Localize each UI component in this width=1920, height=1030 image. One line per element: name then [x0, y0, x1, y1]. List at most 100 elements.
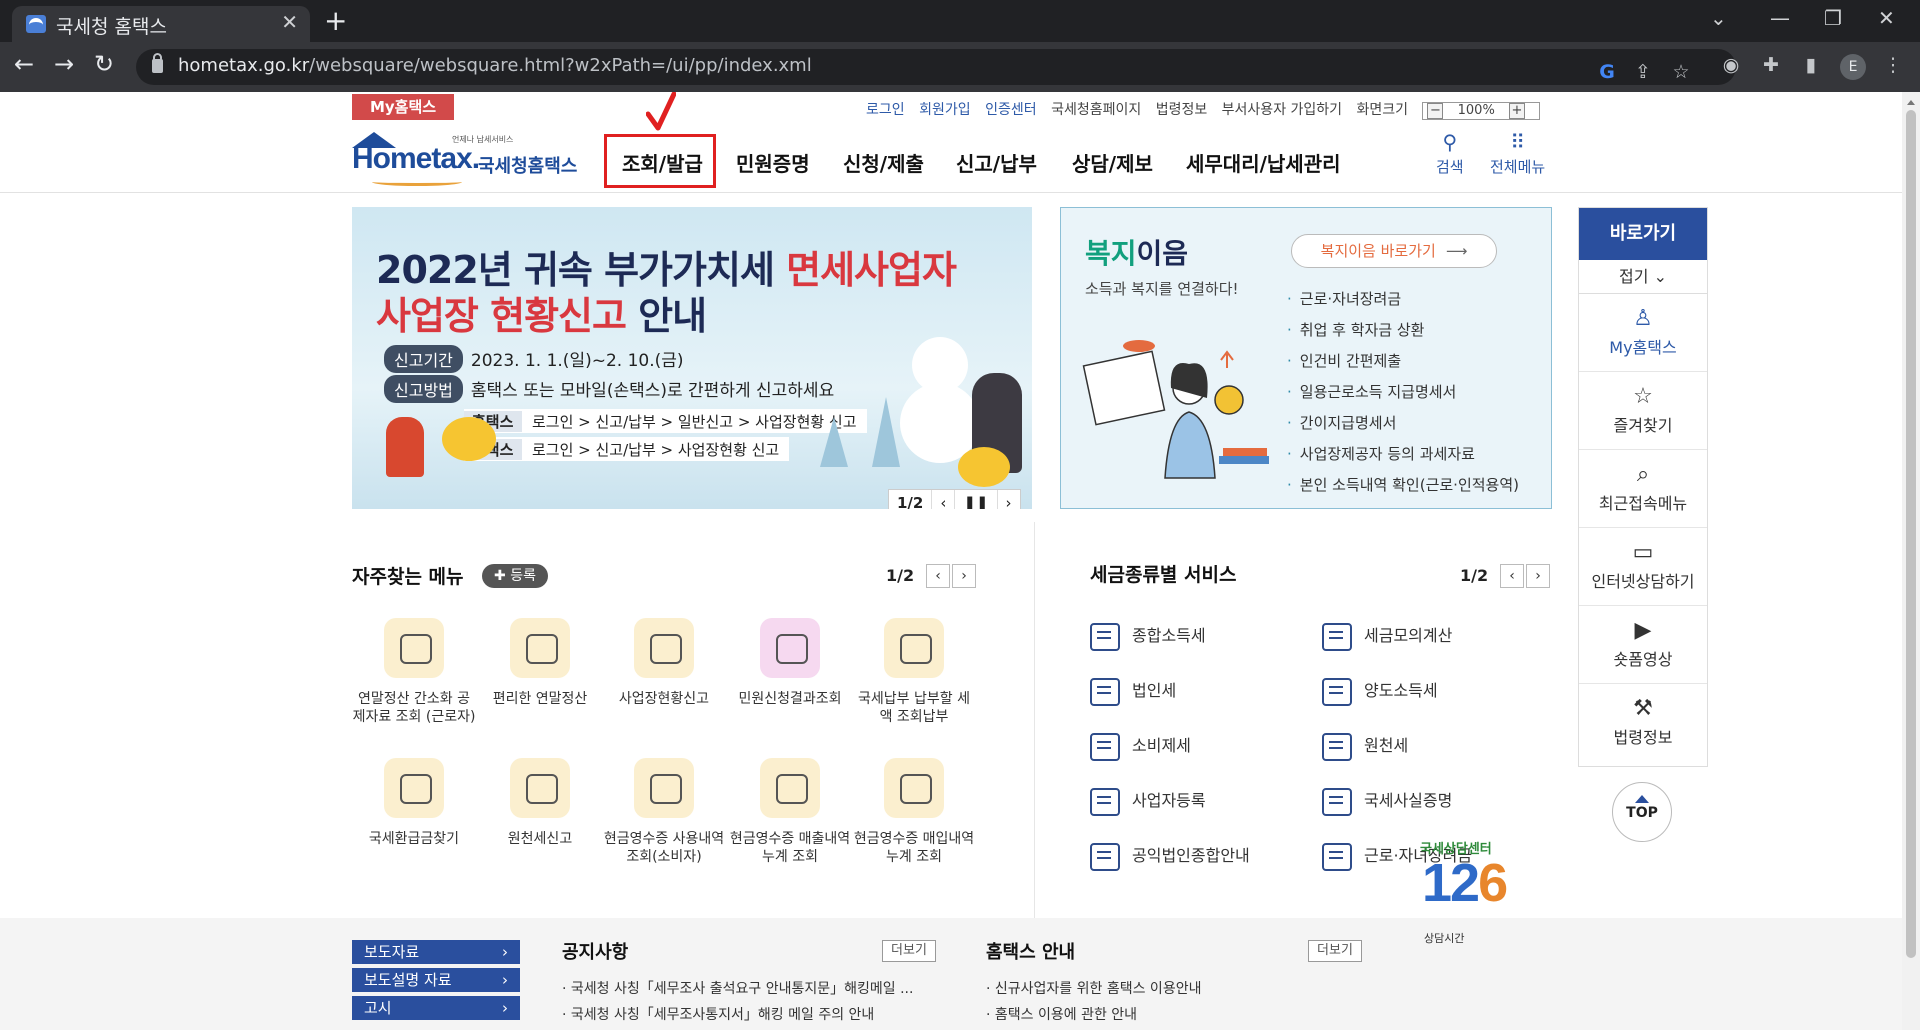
notice-item[interactable]: 국세청 사칭「세무조사통지서」해킹 메일 주의 안내	[562, 1002, 913, 1028]
welfare-item[interactable]: 사업장제공자 등의 과세자료	[1287, 439, 1519, 470]
share-icon[interactable]: ⇪	[1632, 61, 1654, 83]
hometax-logo[interactable]: 언제나 납세서비스 Hometax. 국세청홈택스	[352, 132, 582, 192]
arrow-up-icon	[1635, 795, 1649, 803]
welfare-item[interactable]: 취업 후 학자금 상환	[1287, 315, 1519, 346]
tax-service-item[interactable]: 소비제세	[1090, 732, 1191, 761]
close-window-icon[interactable]: ✕	[1878, 6, 1895, 30]
extensions-puzzle-icon[interactable]: ✚	[1760, 54, 1782, 76]
welfare-item[interactable]: 간이지급명세서	[1287, 408, 1519, 439]
quick-recent-menu[interactable]: ⌕ 최근접속메뉴	[1579, 450, 1707, 528]
forward-icon[interactable]: →	[54, 50, 74, 78]
browser-menu-icon[interactable]: ⋮	[1882, 54, 1904, 76]
page-scrollbar[interactable]	[1902, 92, 1920, 1030]
tax-service-item[interactable]: 공익법인종합안내	[1090, 842, 1250, 871]
tax-service-item[interactable]: 양도소득세	[1322, 677, 1438, 706]
frequent-next-button[interactable]: ›	[952, 564, 976, 588]
login-link[interactable]: 로그인	[866, 102, 905, 118]
banner-pause-button[interactable]: ❚❚	[955, 490, 998, 509]
search-button[interactable]: ⚲ 검색	[1436, 130, 1464, 177]
banner-prev-button[interactable]: ‹	[932, 490, 956, 509]
gnb-report-pay[interactable]: 신고/납부	[956, 148, 1037, 177]
frequent-prev-button[interactable]: ‹	[926, 564, 950, 588]
recent-search-icon: ⌕	[1636, 462, 1650, 487]
frequent-item[interactable]: 편리한 연말정산	[478, 618, 602, 708]
new-tab-icon[interactable]: +	[324, 4, 347, 37]
tax-service-item[interactable]: 국세사실증명	[1322, 787, 1452, 816]
main-banner[interactable]: 2022년 귀속 부가가치세 면세사업자 사업장 현황신고 안내 신고기간 202…	[352, 207, 1032, 509]
tax-service-item[interactable]: 사업자등록	[1090, 787, 1206, 816]
frequent-item[interactable]: 연말정산 간소화 공제자료 조회 (근로자)	[352, 618, 476, 726]
tax-service-item[interactable]: 종합소득세	[1090, 622, 1206, 651]
notice-more-button[interactable]: 더보기	[882, 940, 936, 962]
quick-internet-consult[interactable]: ▭ 인터넷상담하기	[1579, 528, 1707, 606]
quick-menu-fold-button[interactable]: 접기 ⌄	[1579, 260, 1707, 294]
frequent-item[interactable]: 국세납부 납부할 세액 조회납부	[852, 618, 976, 726]
quick-my-hometax[interactable]: ♙ My홈택스	[1579, 294, 1707, 372]
welfare-item[interactable]: 일용근로소득 지급명세서	[1287, 377, 1519, 408]
frequent-item[interactable]: 원천세신고	[478, 758, 602, 848]
side-panel-icon[interactable]: ▮	[1800, 54, 1822, 76]
cert-center-link[interactable]: 인증센터	[985, 102, 1037, 118]
notice-item[interactable]: 국세청 사칭「세무조사 출석요구 안내통지문」해킹메일 ...	[562, 976, 914, 1002]
scrollbar-thumb[interactable]	[1906, 110, 1916, 958]
minimize-icon[interactable]: —	[1770, 6, 1790, 30]
welfare-subtitle: 소득과 복지를 연결하다!	[1085, 280, 1239, 298]
welfare-item[interactable]: 근로·자녀장려금	[1287, 284, 1519, 315]
notice-announcement-button[interactable]: 고시	[352, 996, 520, 1020]
press-explanation-button[interactable]: 보도설명 자료	[352, 968, 520, 992]
tax-service-item[interactable]: 법인세	[1090, 677, 1176, 706]
money-bag-icon	[384, 618, 444, 678]
gnb-apply-submit[interactable]: 신청/제출	[843, 148, 924, 177]
notice-title: 공지사항	[562, 942, 629, 963]
tax-service-next-button[interactable]: ›	[1526, 564, 1550, 588]
dept-user-signup-link[interactable]: 부서사용자 가입하기	[1222, 102, 1342, 118]
gnb-inquiry-issue[interactable]: 조회/발급	[622, 148, 703, 177]
tax-service-item[interactable]: 원천세	[1322, 732, 1408, 761]
welfare-shortcut-button[interactable]: 복지이음 바로가기 ⟶	[1291, 234, 1497, 268]
guide-item[interactable]: 신규사업자를 위한 홈택스 이용안내	[986, 976, 1202, 1002]
tab-search-icon[interactable]: ⌄	[1710, 6, 1727, 30]
gnb-consult-report[interactable]: 상담/제보	[1072, 148, 1153, 177]
address-bar[interactable]: hometax.go.kr/websquare/websquare.html?w…	[136, 49, 1736, 85]
frequent-item[interactable]: 국세환급금찾기	[352, 758, 476, 848]
back-icon[interactable]: ←	[14, 50, 34, 78]
quick-shortform-video[interactable]: ▶ 숏폼영상	[1579, 606, 1707, 684]
frequent-register-button[interactable]: ✚ 등록	[482, 564, 548, 588]
welfare-item[interactable]: 인건비 간편제출	[1287, 346, 1519, 377]
press-release-button[interactable]: 보도자료	[352, 940, 520, 964]
frequent-item[interactable]: 사업장현황신고	[602, 618, 726, 708]
tax-service-item[interactable]: 세금모의계산	[1322, 622, 1452, 651]
quick-favorites[interactable]: ☆ 즐겨찾기	[1579, 372, 1707, 450]
frequent-item[interactable]: 현금영수증 매입내역누계 조회	[852, 758, 976, 866]
guide-more-button[interactable]: 더보기	[1308, 940, 1362, 962]
my-hometax-tab[interactable]: My홈택스	[352, 94, 454, 120]
browser-tab[interactable]: 국세청 홈택스 ✕	[12, 6, 310, 42]
zoom-in-button[interactable]: +	[1508, 103, 1525, 119]
gnb-civil-certificate[interactable]: 민원증명	[736, 148, 810, 177]
zoom-out-button[interactable]: −	[1427, 103, 1444, 119]
call-center-126[interactable]: 국세상담센터 126 상담시간	[1420, 838, 1550, 945]
google-icon[interactable]: G	[1596, 61, 1618, 83]
scroll-top-button[interactable]: TOP	[1612, 782, 1672, 842]
profile-avatar[interactable]: E	[1840, 54, 1866, 80]
restore-icon[interactable]: ❐	[1824, 6, 1842, 30]
frequent-item[interactable]: 현금영수증 사용내역조회(소비자)	[602, 758, 726, 866]
signup-link[interactable]: 회원가입	[919, 102, 971, 118]
call-center-hours-label: 상담시간	[1424, 932, 1465, 945]
camera-extension-icon[interactable]: ◉	[1720, 54, 1742, 76]
welfare-item[interactable]: 본인 소득내역 확인(근로·인적용역)	[1287, 470, 1519, 501]
frequent-item[interactable]: 민원신청결과조회	[728, 618, 852, 708]
banner-next-button[interactable]: ›	[998, 490, 1020, 509]
reload-icon[interactable]: ↻	[94, 50, 114, 78]
gnb-tax-agent[interactable]: 세무대리/납세관리	[1186, 148, 1341, 177]
frequent-item[interactable]: 현금영수증 매출내역누계 조회	[728, 758, 852, 866]
all-menu-button[interactable]: ⠿ 전체메뉴	[1490, 130, 1545, 177]
law-info-link[interactable]: 법령정보	[1156, 102, 1208, 118]
nts-home-link[interactable]: 국세청홈페이지	[1051, 102, 1141, 118]
guide-item[interactable]: 홈택스 이용에 관한 안내	[986, 1002, 1201, 1028]
bookmark-star-icon[interactable]: ☆	[1670, 61, 1692, 83]
quick-law-info[interactable]: ⚒ 법령정보	[1579, 684, 1707, 762]
close-tab-icon[interactable]: ✕	[281, 10, 298, 34]
scroll-up-arrow-icon[interactable]	[1907, 96, 1915, 105]
tax-service-prev-button[interactable]: ‹	[1500, 564, 1524, 588]
